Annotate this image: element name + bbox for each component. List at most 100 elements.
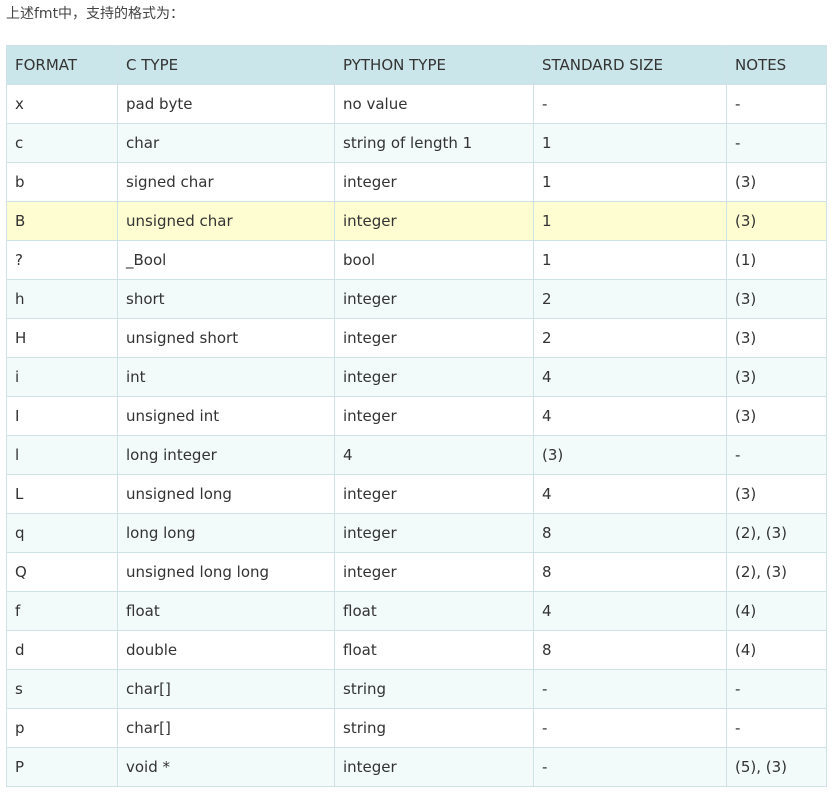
cell-notes: - <box>726 84 827 124</box>
cell-c-type: long integer <box>117 435 335 475</box>
cell-python-type: integer <box>334 162 534 202</box>
cell-c-type: char[] <box>117 708 335 748</box>
table-row: Iunsigned int integer 4 (3) <box>6 396 827 436</box>
cell-c-type: char[] <box>117 669 335 709</box>
cell-notes: (2), (3) <box>726 513 827 553</box>
cell-c-type: short <box>117 279 335 319</box>
table-row: q long long integer 8 (2), (3) <box>6 513 827 553</box>
cell-standard-size: 1 <box>533 201 727 241</box>
cell-standard-size: 4 <box>533 474 727 514</box>
cell-format: L <box>6 474 118 514</box>
cell-python-type: integer <box>334 201 534 241</box>
cell-python-type: integer <box>334 279 534 319</box>
cell-notes: (4) <box>726 591 827 631</box>
cell-standard-size: - <box>533 708 727 748</box>
cell-python-type: float <box>334 630 534 670</box>
cell-format: l <box>6 435 118 475</box>
table-row: x pad byte no value - - <box>6 84 827 124</box>
cell-c-type: void * <box>117 747 335 787</box>
cell-python-type: 4 <box>334 435 534 475</box>
cell-c-type: double <box>117 630 335 670</box>
cell-format: Q <box>6 552 118 592</box>
cell-notes: - <box>726 123 827 163</box>
cell-format: x <box>6 84 118 124</box>
cell-notes: (2), (3) <box>726 552 827 592</box>
table-row: f float float 4 (4) <box>6 591 827 631</box>
cell-notes: (1) <box>726 240 827 280</box>
cell-format: i <box>6 357 118 397</box>
cell-python-type: integer <box>334 474 534 514</box>
cell-format: d <box>6 630 118 670</box>
cell-standard-size: 8 <box>533 552 727 592</box>
table-row: Pvoid * integer - (5), (3) <box>6 747 827 787</box>
header-c-type: C TYPE <box>117 45 335 85</box>
cell-standard-size: 4 <box>533 591 727 631</box>
cell-standard-size: 4 <box>533 357 727 397</box>
cell-notes: - <box>726 708 827 748</box>
cell-notes: (3) <box>726 279 827 319</box>
cell-notes: - <box>726 435 827 475</box>
cell-notes: (3) <box>726 318 827 358</box>
cell-format: I <box>6 396 118 436</box>
cell-c-type: unsigned long <box>117 474 335 514</box>
cell-c-type: unsigned int <box>117 396 335 436</box>
header-notes: NOTES <box>726 45 827 85</box>
cell-format: p <box>6 708 118 748</box>
cell-python-type: integer <box>334 318 534 358</box>
cell-standard-size: 1 <box>533 162 727 202</box>
table-row: b signed char integer 1 (3) <box>6 162 827 202</box>
cell-format: s <box>6 669 118 709</box>
table-row: Lunsigned long integer 4 (3) <box>6 474 827 514</box>
header-format: FORMAT <box>6 45 118 85</box>
cell-notes: - <box>726 669 827 709</box>
cell-notes: (5), (3) <box>726 747 827 787</box>
cell-standard-size: 1 <box>533 240 727 280</box>
table-row: p char[] string - - <box>6 708 827 748</box>
cell-standard-size: (3) <box>533 435 727 475</box>
cell-c-type: int <box>117 357 335 397</box>
table-body: x pad byte no value - - c char string of length… <box>6 84 827 787</box>
header-standard-size: STANDARD SIZE <box>533 45 727 85</box>
cell-python-type: string of length 1 <box>334 123 534 163</box>
cell-standard-size: - <box>533 84 727 124</box>
cell-standard-size: 8 <box>533 630 727 670</box>
cell-notes: (3) <box>726 474 827 514</box>
cell-c-type: _Bool <box>117 240 335 280</box>
table-row: Bunsigned char integer 1 (3) <box>6 201 827 241</box>
cell-python-type: no value <box>334 84 534 124</box>
cell-notes: (3) <box>726 162 827 202</box>
cell-standard-size: 2 <box>533 318 727 358</box>
cell-format: c <box>6 123 118 163</box>
cell-python-type: integer <box>334 513 534 553</box>
cell-python-type: float <box>334 591 534 631</box>
cell-standard-size: - <box>533 747 727 787</box>
cell-python-type: integer <box>334 552 534 592</box>
cell-format: h <box>6 279 118 319</box>
cell-standard-size: 8 <box>533 513 727 553</box>
cell-python-type: integer <box>334 357 534 397</box>
cell-standard-size: 1 <box>533 123 727 163</box>
table-row: Hunsigned short integer 2 (3) <box>6 318 827 358</box>
table-row: c char string of length 11- <box>6 123 827 163</box>
format-table: FORMAT C TYPE PYTHON TYPE STANDARD SIZE … <box>6 45 827 787</box>
cell-c-type: char <box>117 123 335 163</box>
cell-python-type: bool <box>334 240 534 280</box>
format-table-container: FORMAT C TYPE PYTHON TYPE STANDARD SIZE … <box>6 45 827 787</box>
cell-c-type: pad byte <box>117 84 335 124</box>
cell-c-type: unsigned long long <box>117 552 335 592</box>
cell-notes: (3) <box>726 396 827 436</box>
table-row: l long integer 4 (3) - <box>6 435 827 475</box>
cell-python-type: string <box>334 708 534 748</box>
table-row: i int integer 4 (3) <box>6 357 827 397</box>
cell-notes: (4) <box>726 630 827 670</box>
cell-c-type: float <box>117 591 335 631</box>
cell-format: b <box>6 162 118 202</box>
cell-c-type: signed char <box>117 162 335 202</box>
cell-c-type: long long <box>117 513 335 553</box>
table-header-row: FORMAT C TYPE PYTHON TYPE STANDARD SIZE … <box>6 45 827 85</box>
intro-text: 上述fmt中，支持的格式为： <box>6 6 185 22</box>
header-python-type: PYTHON TYPE <box>334 45 534 85</box>
table-row: d double float 8 (4) <box>6 630 827 670</box>
cell-format: q <box>6 513 118 553</box>
cell-format: P <box>6 747 118 787</box>
